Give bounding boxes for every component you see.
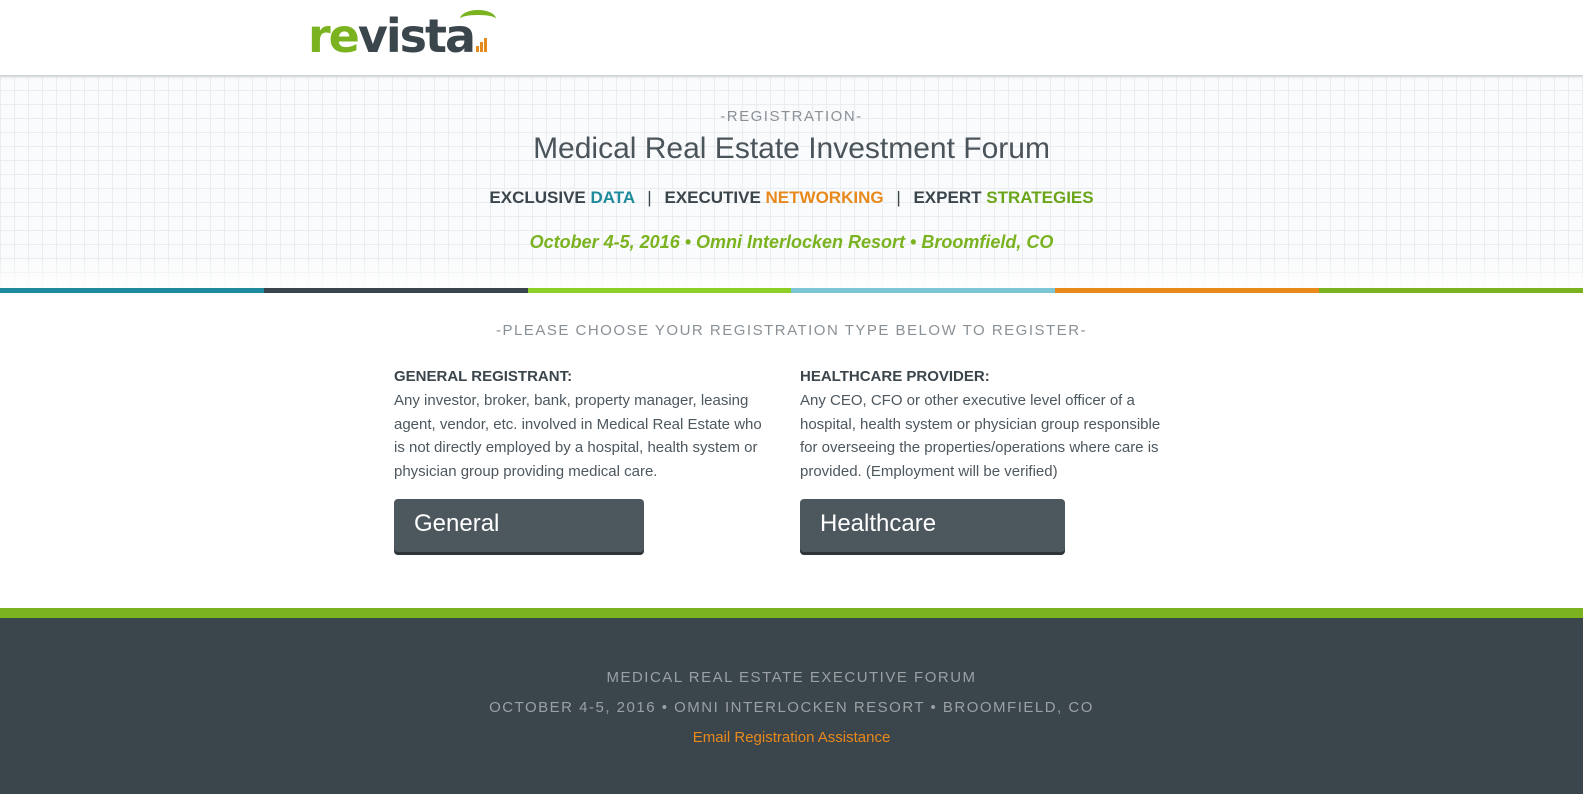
tagline-separator: | xyxy=(896,188,901,207)
event-dateline: October 4-5, 2016 • Omni Interlocken Res… xyxy=(529,232,1054,252)
hero-banner: -REGISTRATION- Medical Real Estate Inves… xyxy=(0,76,1583,288)
tagline: EXCLUSIVE DATA | EXECUTIVE NETWORKING | … xyxy=(0,188,1583,208)
tagline-separator: | xyxy=(647,188,652,207)
healthcare-provider-section: HEALTHCARE PROVIDER: Any CEO, CFO or oth… xyxy=(800,368,1172,484)
chevron-right-icon: › xyxy=(917,562,925,584)
logo-vista-text: vista xyxy=(357,9,476,63)
stripe-segment xyxy=(1055,288,1320,293)
general-registrant-section: GENERAL REGISTRANT: Any investor, broker… xyxy=(394,368,766,484)
tagline-data: DATA xyxy=(590,188,635,207)
healthcare-provider-button[interactable]: Healthcare Provider › xyxy=(800,499,1065,587)
email-registration-assistance-link[interactable]: Email Registration Assistance xyxy=(0,729,1583,746)
footer-event-name: MEDICAL REAL ESTATE EXECUTIVE FORUM xyxy=(606,669,977,686)
tagline-executive: EXECUTIVE xyxy=(664,188,761,207)
general-registrant-button-label: General Registrant xyxy=(414,510,524,587)
tagline-strategies: STRATEGIES xyxy=(986,188,1094,207)
healthcare-provider-description: Any CEO, CFO or other executive level of… xyxy=(800,392,1161,481)
tagline-networking: NETWORKING xyxy=(765,188,884,207)
footer-accent-stripe xyxy=(0,608,1583,618)
general-registrant-description: Any investor, broker, bank, property man… xyxy=(394,392,762,481)
registration-kicker: -REGISTRATION- xyxy=(720,108,863,125)
logo-bars-icon xyxy=(476,38,490,52)
logo-re-text: re xyxy=(308,9,360,63)
site-header: revista xyxy=(0,0,1583,76)
stripe-segment xyxy=(0,288,264,293)
choose-registration-heading: -PLEASE CHOOSE YOUR REGISTRATION TYPE BE… xyxy=(495,322,1088,339)
color-stripe xyxy=(0,288,1583,293)
stripe-segment xyxy=(527,288,792,293)
tagline-expert: EXPERT xyxy=(913,188,982,207)
site-footer: MEDICAL REAL ESTATE EXECUTIVE FORUM OCTO… xyxy=(0,618,1583,794)
footer-event-details: OCTOBER 4-5, 2016 • OMNI INTERLOCKEN RES… xyxy=(489,699,1094,716)
stripe-segment xyxy=(1319,288,1583,293)
stripe-segment xyxy=(791,288,1056,293)
healthcare-provider-heading: HEALTHCARE PROVIDER: xyxy=(800,368,990,385)
revista-logo[interactable]: revista xyxy=(308,9,496,63)
stripe-segment xyxy=(263,288,528,293)
chevron-right-icon: › xyxy=(531,562,539,584)
general-registrant-button[interactable]: General Registrant › xyxy=(394,499,644,587)
tagline-exclusive: EXCLUSIVE xyxy=(489,188,586,207)
general-registrant-heading: GENERAL REGISTRANT: xyxy=(394,368,573,385)
page-title: Medical Real Estate Investment Forum xyxy=(533,132,1050,165)
logo-arc-icon xyxy=(460,10,496,28)
